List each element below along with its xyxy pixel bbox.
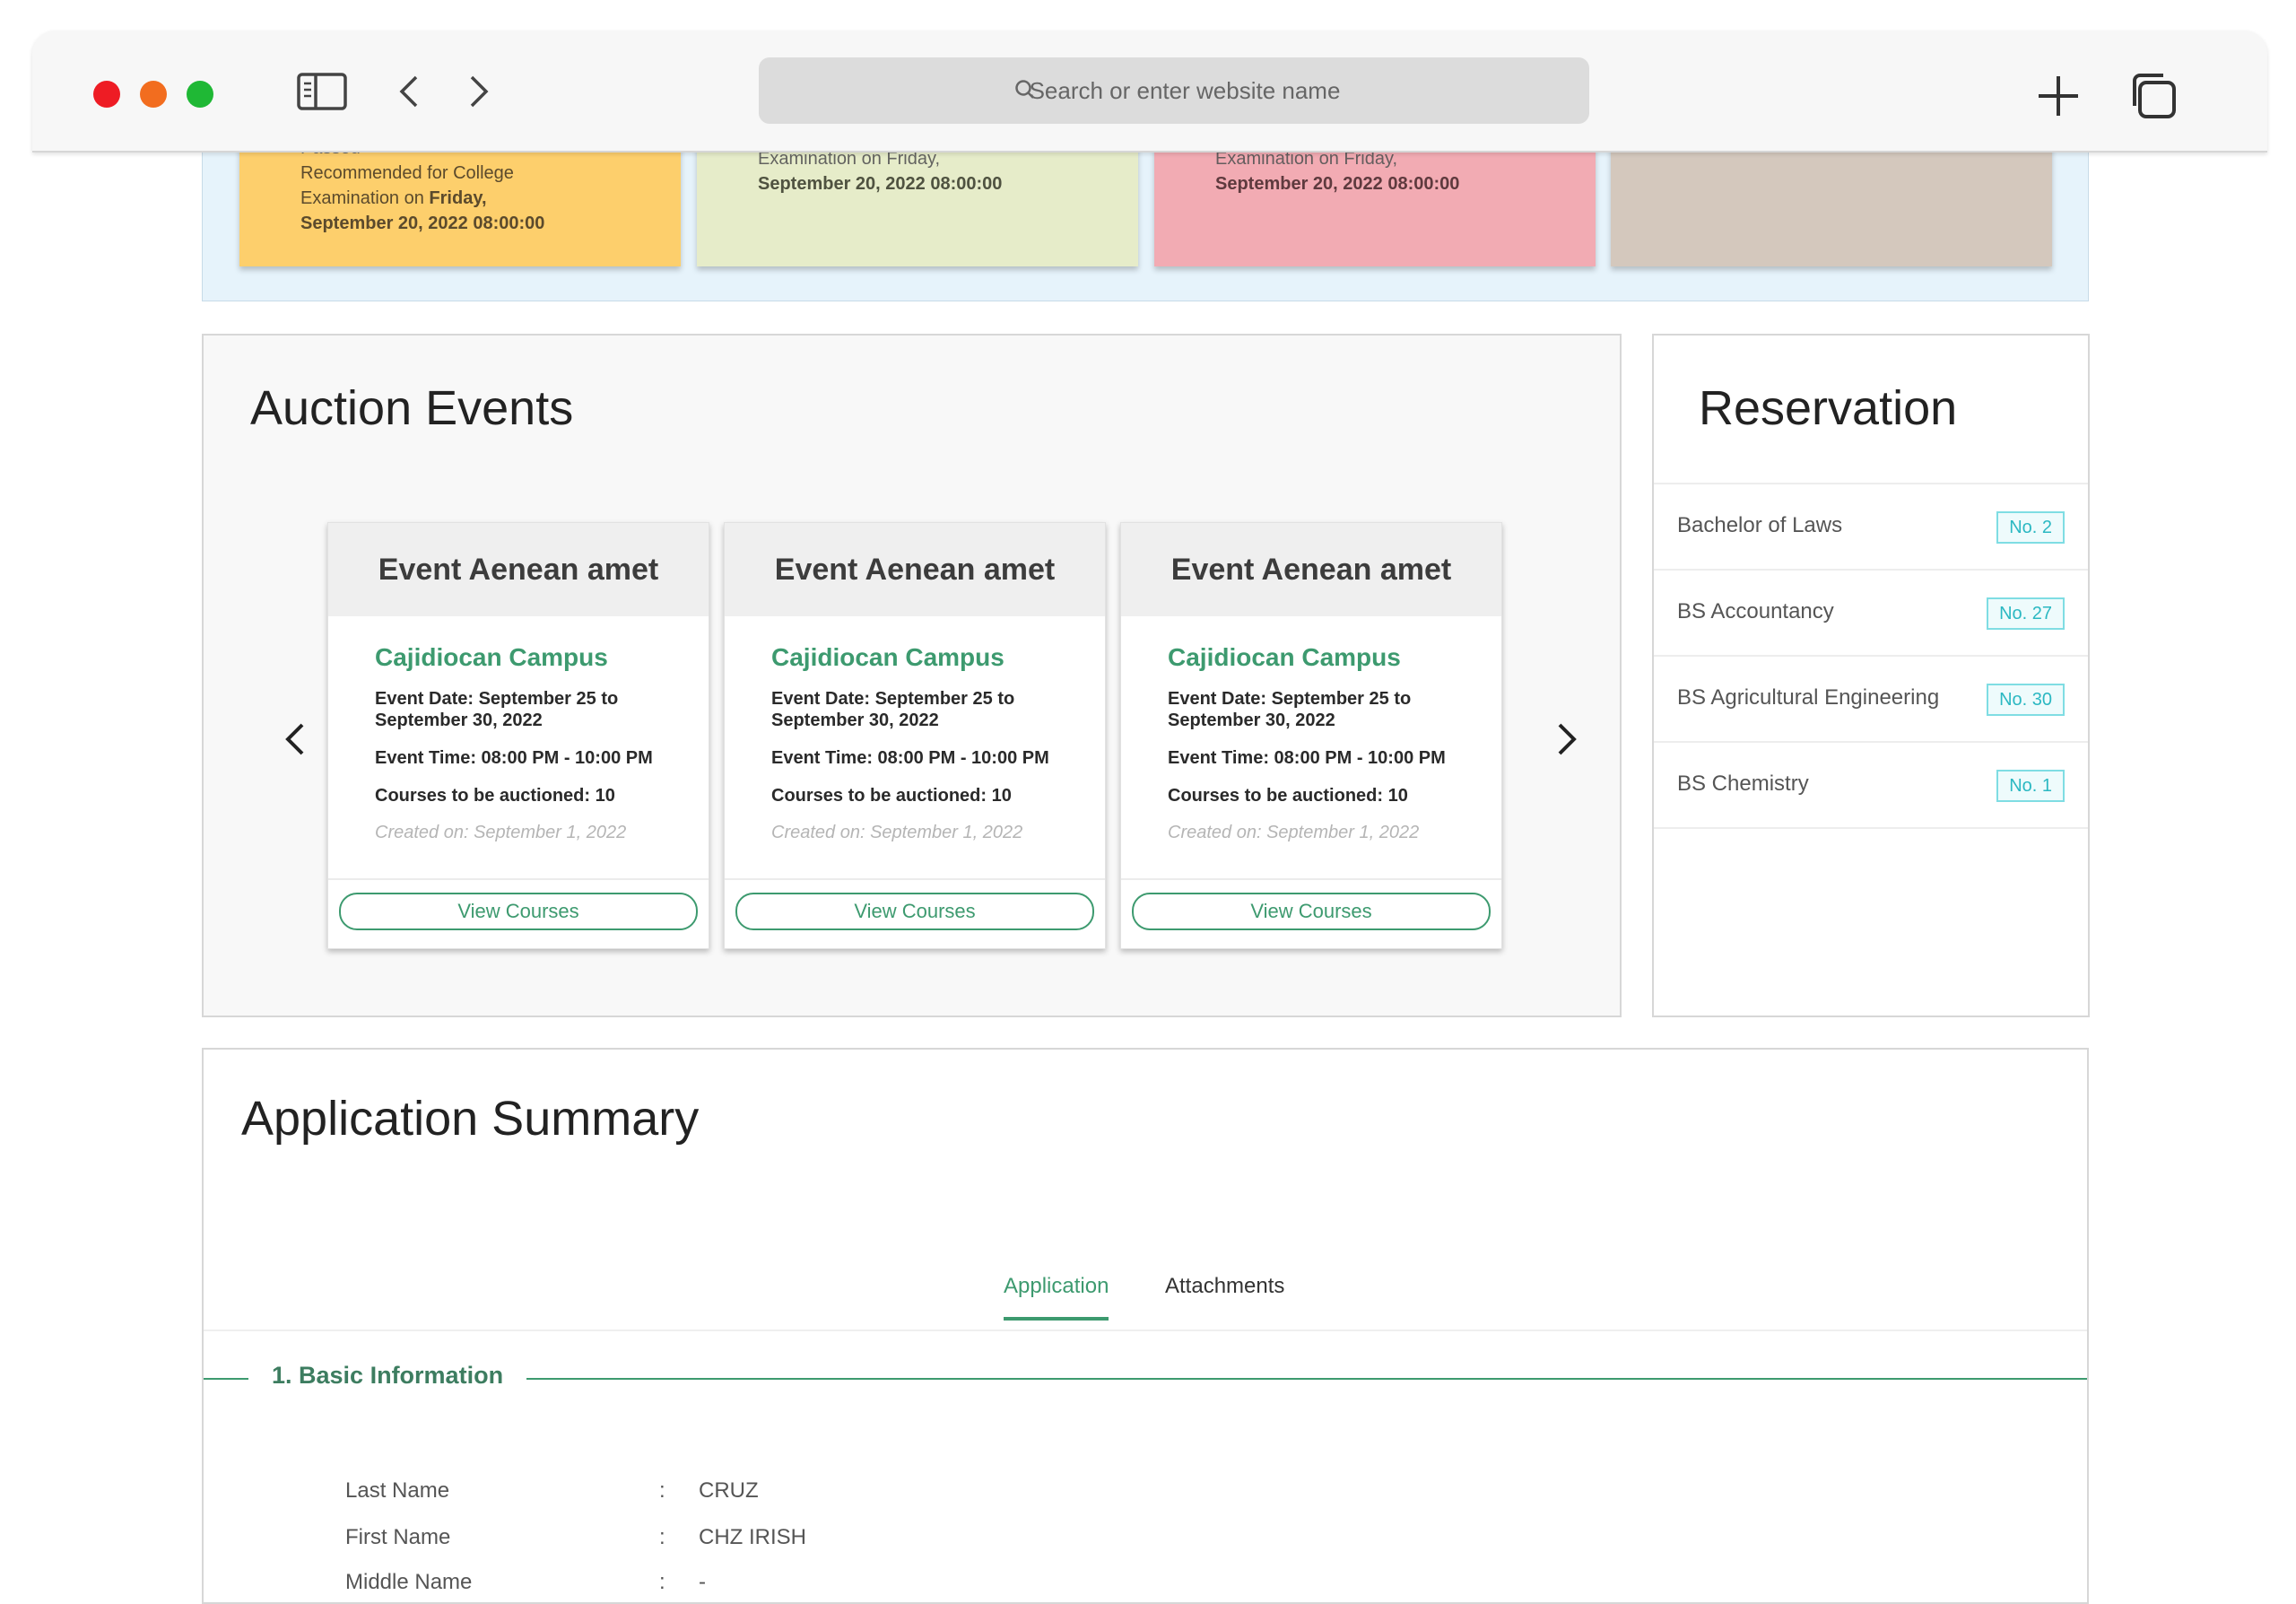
section-title: 1. Basic Information: [248, 1362, 527, 1390]
chevron-left-icon: [285, 723, 304, 755]
field-separator: :: [659, 1525, 665, 1549]
application-summary-card: Application Summary Application Attachme…: [202, 1048, 2089, 1604]
field-value: CRUZ: [699, 1478, 759, 1503]
reservation-number-badge: No. 30: [1987, 684, 2065, 716]
event-created-date: Created on: September 1, 2022: [375, 823, 627, 842]
reservation-item[interactable]: BS Accountancy No. 27: [1654, 571, 2088, 657]
note-date: September 20, 2022 08:00:00: [758, 174, 1003, 194]
event-time: Event Time: 08:00 PM - 10:00 PM: [375, 748, 653, 768]
tabs-overview-icon: [2133, 74, 2176, 118]
note-date: September 20, 2022 08:00:00: [300, 214, 545, 233]
field-separator: :: [659, 1478, 665, 1503]
address-bar[interactable]: Search or enter website name: [759, 57, 1589, 124]
event-card: Event Aenean amet Cajidiocan Campus Even…: [1120, 522, 1502, 949]
window-close-button[interactable]: [93, 81, 120, 108]
event-courses-count: Courses to be auctioned: 10: [1168, 786, 1408, 806]
window-minimize-button[interactable]: [140, 81, 167, 108]
reservation-course: BS Accountancy: [1677, 599, 1834, 623]
browser-toolbar: Search or enter website name: [32, 31, 2267, 153]
reservation-item[interactable]: BS Agricultural Engineering No. 30: [1654, 657, 2088, 743]
event-time: Event Time: 08:00 PM - 10:00 PM: [1168, 748, 1446, 768]
event-time: Event Time: 08:00 PM - 10:00 PM: [771, 748, 1049, 768]
reservation-number-badge: No. 1: [1996, 770, 2065, 802]
view-courses-button[interactable]: View Courses: [735, 893, 1094, 930]
event-date: Event Date: September 25 to September 30…: [1168, 689, 1412, 730]
event-card: Event Aenean amet Cajidiocan Campus Even…: [327, 522, 709, 949]
tab-application[interactable]: Application: [1004, 1274, 1109, 1321]
field-label: Last Name: [345, 1478, 450, 1503]
application-summary-title: Application Summary: [241, 1092, 700, 1146]
forward-button[interactable]: [461, 70, 497, 118]
back-icon: [399, 75, 418, 108]
event-date: Event Date: September 25 to September 30…: [771, 689, 1015, 730]
event-created-date: Created on: September 1, 2022: [771, 823, 1023, 842]
reservation-card: Reservation Bachelor of Laws No. 2 BS Ac…: [1652, 334, 2090, 1017]
field-separator: :: [659, 1570, 665, 1594]
new-tab-icon: [2039, 76, 2078, 116]
event-courses-count: Courses to be auctioned: 10: [375, 786, 615, 806]
back-button[interactable]: [391, 70, 427, 118]
reservation-item[interactable]: Bachelor of Laws No. 2: [1654, 484, 2088, 571]
view-courses-button[interactable]: View Courses: [339, 893, 698, 930]
event-courses-count: Courses to be auctioned: 10: [771, 786, 1012, 806]
event-title: Event Aenean amet: [328, 523, 709, 616]
carousel-prev-button[interactable]: [268, 712, 322, 766]
note-line: Recommended for College: [300, 163, 514, 183]
event-card: Event Aenean amet Cajidiocan Campus Even…: [724, 522, 1106, 949]
event-date: Event Date: September 25 to September 30…: [375, 689, 619, 730]
field-value: CHZ IRISH: [699, 1525, 806, 1549]
tabs-overview-button[interactable]: [2127, 70, 2179, 126]
field-label: Middle Name: [345, 1570, 473, 1594]
address-placeholder: Search or enter website name: [1029, 77, 1341, 104]
reservation-course: BS Agricultural Engineering: [1677, 685, 1940, 710]
new-tab-button[interactable]: [2034, 72, 2083, 125]
event-title: Event Aenean amet: [1121, 523, 1501, 616]
field-value: -: [699, 1570, 706, 1594]
auction-events-card: Auction Events Event Aenean amet Cajidio…: [202, 334, 1622, 1017]
reservation-number-badge: No. 2: [1996, 511, 2065, 544]
field-label: First Name: [345, 1525, 451, 1549]
note-line: Examination on Friday,: [300, 188, 487, 208]
event-title: Event Aenean amet: [725, 523, 1105, 616]
note-date: September 20, 2022 08:00:00: [1215, 174, 1460, 194]
event-campus: Cajidiocan Campus: [375, 643, 608, 671]
chevron-right-icon: [1558, 723, 1577, 755]
event-campus: Cajidiocan Campus: [771, 643, 1004, 671]
forward-icon: [470, 75, 489, 108]
reservation-course: BS Chemistry: [1677, 771, 1809, 796]
carousel-next-button[interactable]: [1540, 712, 1594, 766]
summary-tabs: Application Attachments: [204, 1274, 2087, 1331]
sidebar-toggle-button[interactable]: [296, 70, 350, 118]
auction-events-title: Auction Events: [250, 381, 574, 435]
reservation-list: Bachelor of Laws No. 2 BS Accountancy No…: [1654, 483, 2088, 829]
reservation-item[interactable]: BS Chemistry No. 1: [1654, 743, 2088, 829]
reservation-course: Bachelor of Laws: [1677, 513, 1843, 537]
reservation-title: Reservation: [1699, 381, 1958, 435]
view-courses-button[interactable]: View Courses: [1132, 893, 1491, 930]
sidebar-icon: [297, 73, 347, 110]
tab-attachments[interactable]: Attachments: [1165, 1274, 1284, 1317]
event-created-date: Created on: September 1, 2022: [1168, 823, 1420, 842]
window-zoom-button[interactable]: [187, 81, 213, 108]
reservation-number-badge: No. 27: [1987, 597, 2065, 630]
event-campus: Cajidiocan Campus: [1168, 643, 1401, 671]
